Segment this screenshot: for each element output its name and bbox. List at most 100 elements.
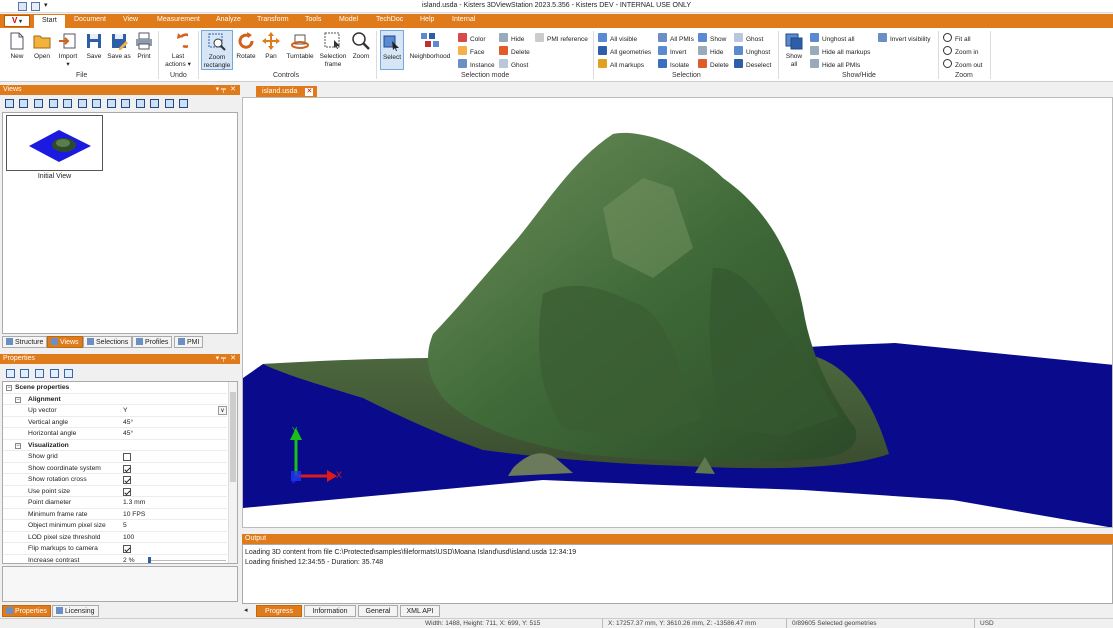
flip-markups-row[interactable]: Flip markups to camera	[3, 543, 227, 555]
contrast-slider-thumb[interactable]	[148, 556, 151, 563]
ghost-item[interactable]: Ghost	[734, 33, 763, 43]
menu-view[interactable]: View	[123, 16, 138, 23]
tab-information[interactable]: Information	[304, 605, 356, 617]
menu-model[interactable]: Model	[339, 16, 358, 23]
menu-measurement[interactable]: Measurement	[157, 16, 200, 23]
menu-start[interactable]: Start	[34, 15, 65, 29]
ghost-mode-item[interactable]: Ghost	[499, 59, 528, 69]
zoom-out-item[interactable]: Zoom out	[943, 59, 982, 69]
select-button[interactable]: Select	[380, 30, 404, 70]
zoom-in-item[interactable]: Zoom in	[943, 46, 978, 56]
horizontal-angle-row[interactable]: Horizontal angle 45°	[3, 428, 227, 440]
save-as-button[interactable]: Save as	[107, 31, 131, 61]
turntable-button[interactable]: Turntable	[284, 31, 316, 61]
chevron-down-icon[interactable]: ∨	[218, 406, 227, 415]
isolate-item[interactable]: Isolate	[658, 59, 689, 69]
view-iso2-icon[interactable]	[107, 99, 116, 108]
menu-techdoc[interactable]: TechDoc	[376, 16, 403, 23]
view-bottom-icon[interactable]	[78, 99, 87, 108]
view-iso3-icon[interactable]	[121, 99, 130, 108]
object-min-pixel-size-row[interactable]: Object minimum pixel size 5	[3, 520, 227, 532]
open-button[interactable]: Open	[30, 31, 54, 61]
view-settings-icon[interactable]	[179, 99, 188, 108]
pmi-reference-item[interactable]: PMI reference	[535, 33, 588, 43]
view-iso4-icon[interactable]	[136, 99, 145, 108]
reset-icon[interactable]	[50, 369, 59, 378]
collapse-all-icon[interactable]	[20, 369, 29, 378]
tab-general[interactable]: General	[358, 605, 398, 617]
expand-all-icon[interactable]	[6, 369, 15, 378]
tab-profiles[interactable]: Profiles	[132, 336, 173, 348]
app-menu-button[interactable]: V ▾	[4, 15, 30, 27]
invert-visibility-item[interactable]: Invert visibility	[878, 33, 930, 43]
vertical-angle-row[interactable]: Vertical angle 45°	[3, 417, 227, 428]
selection-frame-button[interactable]: Selection frame	[317, 31, 349, 69]
tab-progress[interactable]: Progress	[256, 605, 302, 617]
instance-mode-item[interactable]: Instance	[458, 59, 495, 69]
new-button[interactable]: New	[5, 31, 29, 61]
tab-xml-api[interactable]: XML API	[400, 605, 440, 617]
contrast-slider-track[interactable]	[148, 559, 226, 561]
tab-views[interactable]: Views	[47, 336, 83, 348]
use-point-size-checkbox[interactable]	[123, 487, 131, 496]
increase-contrast-row[interactable]: Increase contrast 2 %	[3, 555, 227, 563]
3d-viewport[interactable]: Y X	[242, 97, 1113, 528]
visualization-section[interactable]: − Visualization	[3, 440, 227, 451]
save-button[interactable]: Save	[83, 31, 105, 61]
view-add-icon[interactable]	[150, 99, 159, 108]
point-diameter-row[interactable]: Point diameter 1.3 mm	[3, 497, 227, 509]
close-icon[interactable]: ✕	[230, 354, 236, 364]
view-left-icon[interactable]	[34, 99, 43, 108]
all-pmis-item[interactable]: All PMIs	[658, 33, 694, 43]
tab-structure[interactable]: Structure	[2, 336, 48, 348]
tabs-scroll-left-icon[interactable]: ◂	[244, 606, 248, 614]
menu-analyze[interactable]: Analyze	[216, 16, 241, 23]
menu-transform[interactable]: Transform	[257, 16, 289, 23]
minimum-frame-rate-row[interactable]: Minimum frame rate 10 FPS	[3, 509, 227, 520]
delete-item[interactable]: Delete	[698, 59, 729, 69]
show-rotation-cross-row[interactable]: Show rotation cross	[3, 474, 227, 486]
zoom-button[interactable]: Zoom	[350, 31, 372, 61]
alignment-section[interactable]: − Alignment	[3, 394, 227, 405]
view-iso-icon[interactable]	[92, 99, 101, 108]
all-visible-item[interactable]: All visible	[598, 33, 637, 43]
properties-scrollbar[interactable]	[228, 382, 237, 563]
menu-document[interactable]: Document	[74, 16, 106, 23]
up-vector-row[interactable]: Up vector Y ∨	[3, 405, 227, 417]
view-back-icon[interactable]	[19, 99, 28, 108]
import-button[interactable]: Import ▾	[55, 31, 81, 69]
hide-item[interactable]: Hide	[698, 46, 723, 56]
use-point-size-row[interactable]: Use point size	[3, 486, 227, 497]
menu-help[interactable]: Help	[420, 16, 434, 23]
last-actions-button[interactable]: Last actions ▾	[162, 31, 194, 69]
view-front-icon[interactable]	[5, 99, 14, 108]
show-grid-row[interactable]: Show grid	[3, 451, 227, 463]
close-icon[interactable]: ✕	[230, 85, 236, 95]
filter-icon[interactable]	[64, 369, 73, 378]
document-tab[interactable]: island.usda ✕	[256, 86, 318, 97]
hide-all-pmis-item[interactable]: Hide all PMIs	[810, 59, 860, 69]
tab-selections[interactable]: Selections	[83, 336, 133, 348]
tab-pmi[interactable]: PMI	[174, 336, 204, 348]
delete-mode-item[interactable]: Delete	[499, 46, 530, 56]
show-rotation-cross-checkbox[interactable]	[123, 476, 131, 484]
fit-all-item[interactable]: Fit all	[943, 33, 971, 43]
unghost-all-item[interactable]: Unghost all	[810, 33, 855, 43]
tab-properties[interactable]: Properties	[2, 605, 51, 617]
unghost-item[interactable]: Unghost	[734, 46, 770, 56]
hide-mode-item[interactable]: Hide	[499, 33, 524, 43]
pan-button[interactable]: Pan	[259, 31, 283, 61]
menu-internal[interactable]: Internal	[452, 16, 475, 23]
color-mode-item[interactable]: Color	[458, 33, 486, 43]
menu-tools[interactable]: Tools	[305, 16, 321, 23]
zoom-rectangle-button[interactable]: Zoom rectangle	[201, 30, 233, 70]
tab-licensing[interactable]: Licensing	[52, 605, 99, 617]
close-tab-icon[interactable]: ✕	[305, 88, 314, 96]
invert-item[interactable]: Invert	[658, 46, 686, 56]
show-grid-checkbox[interactable]	[123, 453, 131, 461]
show-all-button[interactable]: Show all	[782, 31, 806, 69]
scene-properties-section[interactable]: − Scene properties	[3, 382, 227, 394]
all-geometries-item[interactable]: All geometries	[598, 46, 651, 56]
pin-icon[interactable]: ▾ ╤	[216, 85, 226, 95]
print-button[interactable]: Print	[133, 31, 155, 61]
